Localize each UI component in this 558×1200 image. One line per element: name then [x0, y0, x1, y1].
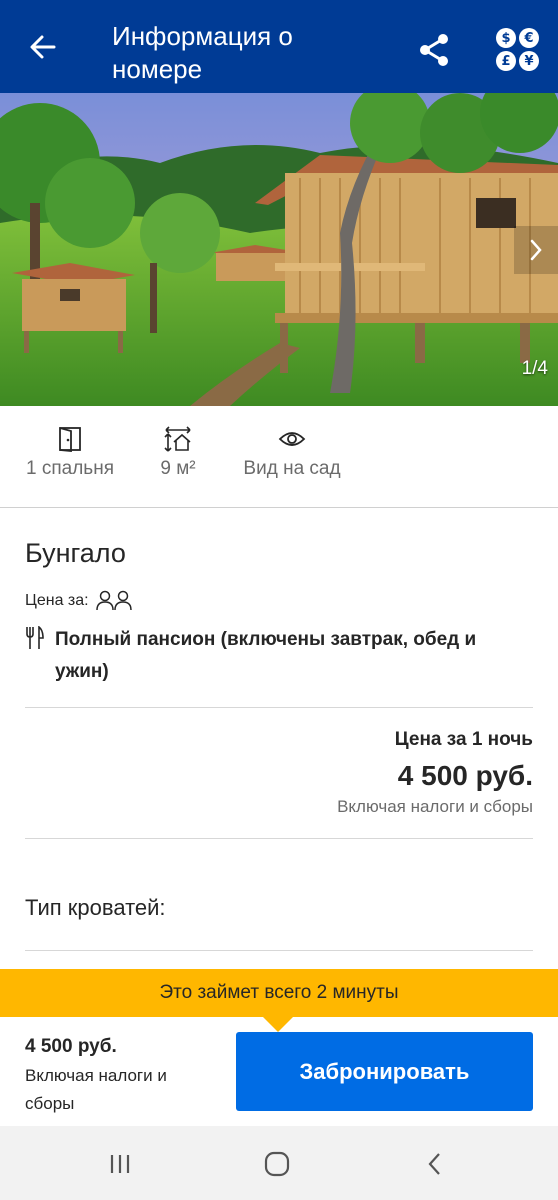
meal-plan-text: Полный пансион (включены завтрак, обед и…	[54, 629, 477, 682]
page-title: Информация о номере	[112, 21, 293, 84]
meal-plan-row: Полный пансион (включены завтрак, обед и…	[25, 624, 535, 688]
room-photo	[0, 93, 558, 406]
bed-type-label: Тип кроватей:	[25, 895, 166, 920]
back-button[interactable]	[26, 30, 60, 64]
currency-symbol: $	[496, 28, 516, 48]
share-icon	[420, 34, 448, 66]
time-banner: Это займет всего 2 минуты	[0, 969, 558, 1017]
footer-price: 4 500 руб.	[25, 1036, 117, 1057]
divider	[25, 707, 533, 708]
eye-icon	[278, 432, 306, 446]
book-button[interactable]: Забронировать	[236, 1032, 533, 1111]
currency-symbol: €	[519, 28, 539, 48]
system-back-button[interactable]	[414, 1148, 454, 1180]
room-name: Бунгало	[25, 538, 126, 568]
back-chevron-icon	[428, 1153, 440, 1175]
currency-icon: $ € £ ¥	[496, 28, 540, 71]
facility-label: Вид на сад	[243, 458, 341, 479]
taxes-note: Включая налоги и сборы	[337, 797, 533, 816]
system-nav-bar	[0, 1126, 558, 1200]
chevron-right-icon	[530, 239, 542, 261]
app-header: Информация о номере $ € £ ¥	[0, 0, 558, 93]
facility-view: Вид на сад	[236, 424, 348, 480]
home-icon	[264, 1151, 290, 1177]
currency-symbol: ¥	[519, 51, 539, 71]
currency-symbol: £	[496, 51, 516, 71]
banner-pointer	[262, 1016, 294, 1032]
photo-counter: 1/4	[521, 358, 548, 379]
price-for-row: Цена за:	[25, 590, 133, 612]
cutlery-icon	[26, 625, 44, 649]
door-icon	[59, 427, 81, 452]
room-photo-gallery[interactable]: 1/4	[0, 93, 558, 406]
share-button[interactable]	[414, 30, 454, 70]
price-for-label: Цена за:	[25, 592, 89, 609]
room-size-icon	[164, 426, 191, 452]
home-button[interactable]	[257, 1148, 297, 1180]
footer-taxes-note: Включая налоги и сборы	[25, 1066, 167, 1113]
currency-button[interactable]: $ € £ ¥	[496, 28, 540, 72]
next-photo-button[interactable]	[514, 226, 558, 274]
divider	[25, 838, 533, 839]
recent-apps-icon	[110, 1155, 130, 1173]
two-persons-icon	[95, 590, 133, 612]
arrow-left-icon	[30, 35, 56, 59]
facility-label: 1 спальня	[26, 458, 114, 479]
room-facilities: 1 спальня 9 м² Вид на сад	[0, 406, 558, 508]
price-per-night: 4 500 руб.	[397, 760, 533, 791]
divider	[25, 950, 533, 951]
facility-size: 9 м²	[148, 424, 208, 480]
price-per-night-label: Цена за 1 ночь	[394, 729, 533, 750]
facility-label: 9 м²	[160, 458, 196, 479]
facility-bedroom: 1 спальня	[20, 424, 120, 480]
recent-apps-button[interactable]	[100, 1148, 140, 1180]
